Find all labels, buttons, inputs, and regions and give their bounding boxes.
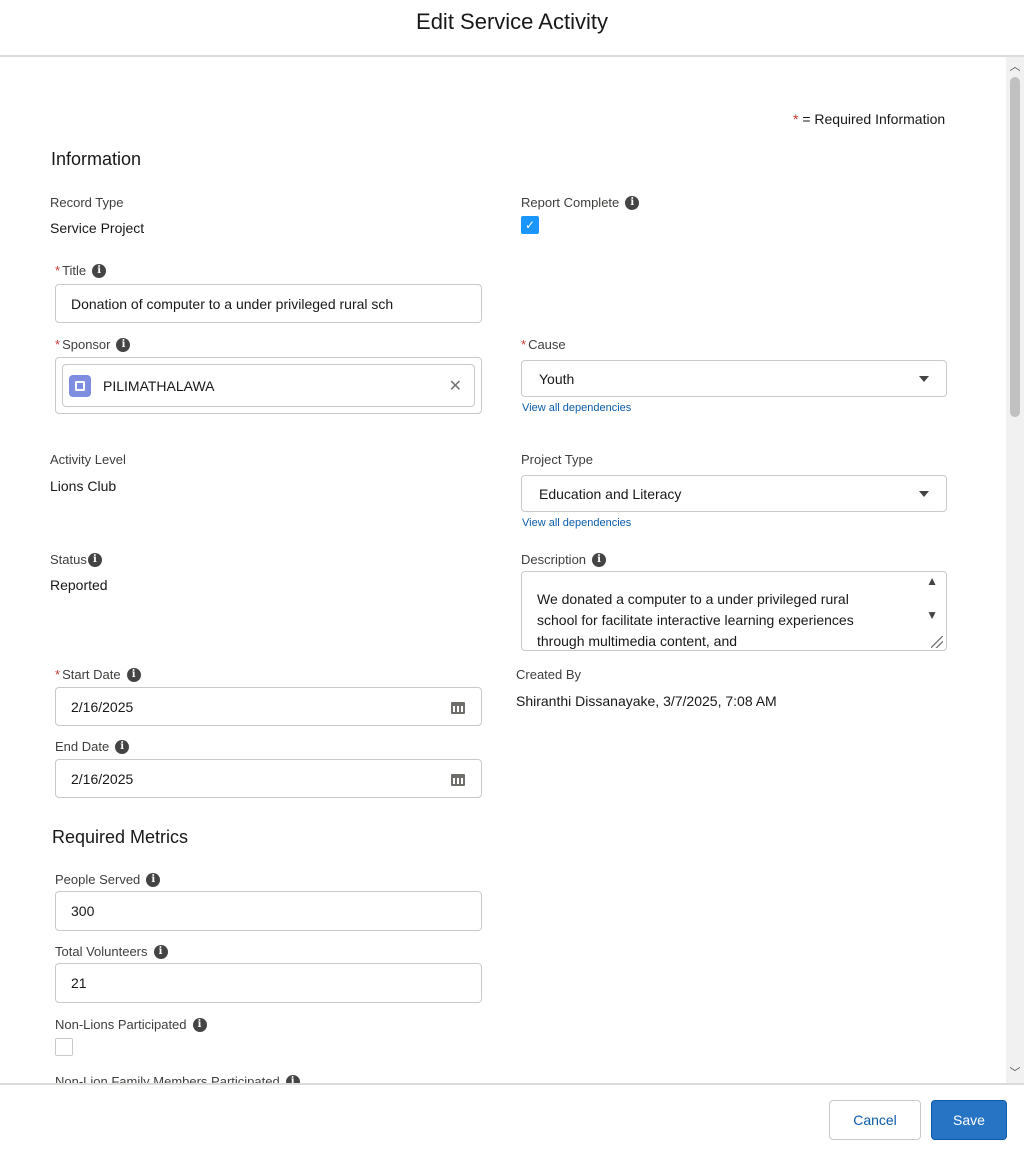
modal-footer: Cancel Save [0,1083,1024,1150]
chevron-down-icon [919,375,929,382]
required-info-text: = Required Information [802,111,946,127]
chevron-down-icon[interactable]: ﹀ [1006,1065,1024,1081]
chevron-down-icon [919,490,929,497]
required-star: * [55,337,61,352]
start-date-input[interactable]: 2/16/2025 [55,687,482,726]
info-icon[interactable]: i [116,337,131,352]
activity-level-label: Activity Level [50,452,126,467]
modal-scrollbar[interactable]: ︿ ﹀ [1006,57,1024,1083]
created-by-label: Created By [516,667,582,682]
report-complete-checkbox[interactable]: ✓ [521,216,539,234]
start-date-label: * Start Date i [55,667,141,682]
required-star: * [55,667,61,682]
non-lions-participated-checkbox[interactable] [55,1038,73,1056]
info-icon[interactable]: i [92,263,107,278]
status-value: Reported [50,577,108,593]
info-icon[interactable]: i [592,552,607,567]
project-type-label: Project Type [521,452,594,467]
cause-dependencies-link[interactable]: View all dependencies [522,402,631,414]
description-label: Description i [521,552,607,567]
total-volunteers-input[interactable]: 21 [55,963,482,1003]
checkmark-icon: ✓ [524,218,536,232]
cause-label: * Cause [521,337,566,352]
info-icon[interactable]: i [115,739,130,754]
info-icon[interactable]: i [192,1017,207,1032]
required-star: * [793,111,799,127]
save-button[interactable]: Save [931,1100,1007,1140]
sponsor-pill[interactable]: PILIMATHALAWA ✕ [62,364,475,407]
people-served-input[interactable]: 300 [55,891,482,931]
info-icon[interactable]: i [153,944,168,959]
people-served-label: People Served i [55,872,161,887]
info-icon[interactable]: i [126,667,141,682]
calendar-icon[interactable] [451,700,465,714]
description-textarea[interactable]: We donated a computer to a under privile… [521,571,947,651]
modal-body: * = Required Information Information Rec… [0,57,1024,1083]
status-label: Status i [50,552,102,567]
cancel-button[interactable]: Cancel [829,1100,921,1140]
record-type-label: Record Type [50,195,124,210]
project-type-dependencies-link[interactable]: View all dependencies [522,517,631,529]
chevron-up-icon[interactable]: ︿ [1006,59,1024,75]
modal-header: Edit Service Activity [0,0,1024,57]
non-lions-participated-label: Non-Lions Participated i [55,1017,207,1032]
close-icon[interactable]: ✕ [449,376,462,396]
record-type-value: Service Project [50,220,145,236]
modal-title: Edit Service Activity [416,9,608,34]
info-icon[interactable]: i [146,872,161,887]
calendar-icon[interactable] [451,772,465,786]
sponsor-lookup[interactable]: PILIMATHALAWA ✕ [55,357,482,414]
account-icon [69,374,91,397]
non-lion-family-label: Non-Lion Family Members Participated i [55,1074,300,1083]
section-title-required-metrics: Required Metrics [52,827,189,847]
required-star: * [521,337,527,352]
resize-handle-icon[interactable] [931,636,943,648]
info-icon[interactable]: i [285,1074,300,1083]
end-date-input[interactable]: 2/16/2025 [55,759,482,798]
report-complete-label: Report Complete i [521,195,640,210]
project-type-select[interactable]: Education and Literacy [521,475,947,512]
title-label: * Title i [55,263,107,278]
activity-level-value: Lions Club [50,478,117,494]
required-info-note: * = Required Information [793,111,945,127]
info-icon[interactable]: i [87,552,102,567]
cause-select[interactable]: Youth [521,360,947,397]
sponsor-label: * Sponsor i [55,337,131,352]
total-volunteers-label: Total Volunteers i [55,944,168,959]
textarea-scroll-down-icon[interactable]: ▼ [926,608,938,622]
section-title-information: Information [51,149,142,169]
title-input[interactable]: Donation of computer to a under privileg… [55,284,482,323]
created-by-value: Shiranthi Dissanayake, 3/7/2025, 7:08 AM [516,693,777,709]
scrollbar-thumb[interactable] [1010,77,1020,417]
required-star: * [55,263,61,278]
info-icon[interactable]: i [625,195,640,210]
end-date-label: End Date i [55,739,130,754]
textarea-scroll-up-icon[interactable]: ▲ [926,574,938,588]
